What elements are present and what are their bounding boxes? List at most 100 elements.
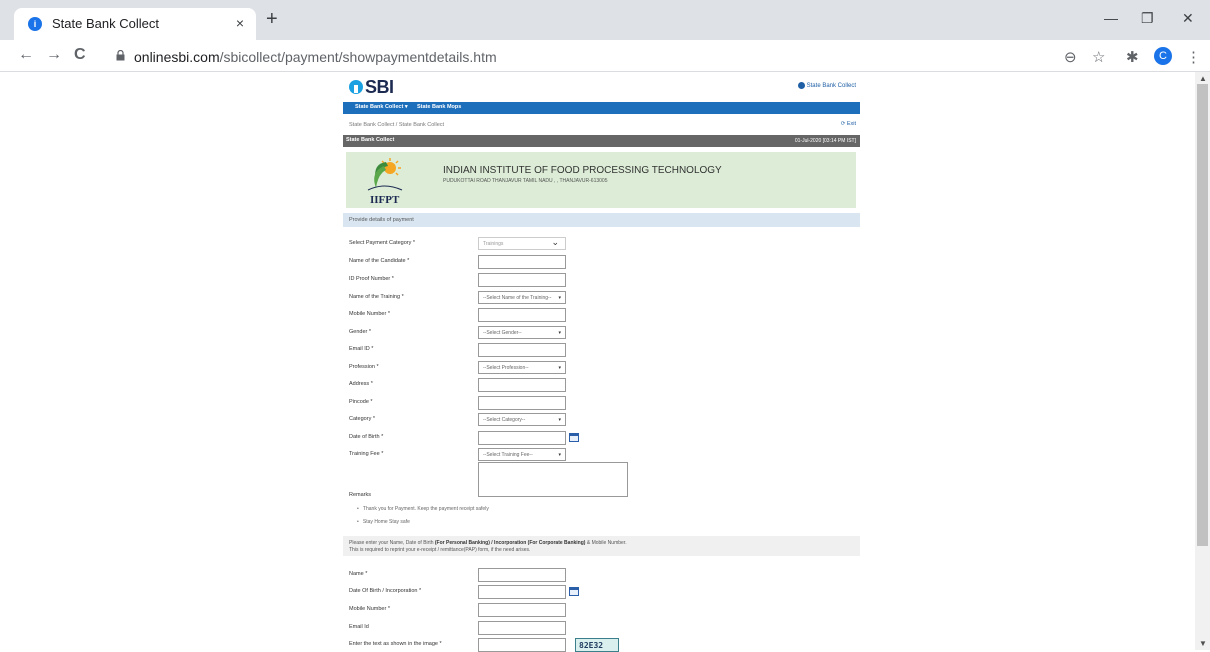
profile-avatar[interactable]: C [1154, 47, 1172, 65]
notice-line-1: Please enter your Name, Date of Birth (F… [349, 540, 627, 546]
category-value: --Select Category-- [483, 417, 526, 423]
captcha-label: Enter the text as shown in the image * [349, 641, 442, 647]
address-input[interactable] [478, 378, 566, 392]
url-text: onlinesbi.com/sbicollect/payment/showpay… [134, 49, 497, 65]
training-name-label: Name of the Training * [349, 294, 404, 300]
dropdown-arrow-icon: ▾ [558, 330, 561, 336]
browser-toolbar: ← → C onlinesbi.com/sbicollect/payment/s… [0, 40, 1210, 72]
minimize-icon[interactable]: — [1104, 10, 1118, 26]
bullet-text: Stay Home Stay safe [362, 519, 410, 525]
email-input[interactable] [478, 343, 566, 357]
reprint-email-label: Email Id [349, 624, 369, 630]
new-tab-button[interactable]: + [266, 9, 278, 29]
scroll-thumb[interactable] [1197, 84, 1208, 546]
zoom-icon[interactable]: ⊖ [1064, 48, 1077, 66]
extensions-icon[interactable]: ✱ [1126, 48, 1139, 66]
pincode-label: Pincode * [349, 399, 373, 405]
remarks-textarea[interactable] [478, 462, 628, 497]
scroll-up-icon[interactable]: ▲ [1199, 74, 1207, 83]
section-datetime: 01-Jul-2020 [03:14 PM IST] [794, 138, 856, 144]
profession-select[interactable]: --Select Profession-- ▾ [478, 361, 566, 374]
reprint-name-row: Name * [349, 568, 860, 582]
pincode-input[interactable] [478, 396, 566, 410]
menu-icon[interactable]: ⋮ [1186, 48, 1201, 66]
email-row: Email ID * [349, 343, 860, 357]
calendar-icon[interactable] [569, 587, 579, 596]
lock-icon [116, 50, 125, 61]
sbi-logo-icon [349, 80, 363, 94]
candidate-name-input[interactable] [478, 255, 566, 269]
category-select[interactable]: --Select Category-- ▾ [478, 413, 566, 426]
dropdown-arrow-icon: ▾ [558, 417, 561, 423]
payment-category-row: Select Payment Category * Trainings ⌄ [349, 237, 860, 251]
mobile-row: Mobile Number * [349, 308, 860, 322]
pincode-row: Pincode * [349, 396, 860, 410]
id-proof-row: ID Proof Number * [349, 273, 860, 287]
restore-icon[interactable]: ❐ [1141, 10, 1154, 27]
payment-category-select[interactable]: Trainings ⌄ [478, 237, 566, 250]
payment-category-value: Trainings [483, 241, 504, 247]
payment-category-label: Select Payment Category * [349, 240, 416, 246]
forward-icon[interactable]: → [46, 46, 62, 64]
category-label: Category * [349, 416, 375, 422]
institution-name: INDIAN INSTITUTE OF FOOD PROCESSING TECH… [443, 165, 722, 176]
tab-close-icon[interactable]: × [236, 15, 244, 31]
training-fee-label: Training Fee * [349, 451, 384, 457]
notice-text: & Mobile Number. [585, 540, 627, 546]
notice-bold: (For Personal Banking) / Incorporation (… [434, 540, 586, 546]
reload-icon[interactable]: C [74, 46, 86, 64]
training-fee-value: --Select Training Fee-- [483, 452, 533, 458]
section-title-bar: State Bank Collect 01-Jul-2020 [03:14 PM… [343, 135, 860, 147]
reprint-dob-label: Date Of Birth / Incorporation * [349, 588, 422, 594]
calendar-icon[interactable] [569, 433, 579, 442]
back-icon[interactable]: ← [18, 46, 34, 64]
browser-tab[interactable]: i State Bank Collect × [14, 8, 256, 40]
nav-item-state-bank-mops[interactable]: State Bank Mops [417, 104, 461, 110]
id-proof-input[interactable] [478, 273, 566, 287]
vertical-scrollbar[interactable]: ▲ ▼ [1195, 72, 1210, 650]
state-bank-collect-link-label: State Bank Collect [806, 82, 856, 89]
dob-input[interactable] [478, 431, 566, 445]
reprint-email-row: Email Id [349, 621, 860, 635]
training-fee-select[interactable]: --Select Training Fee-- ▾ [478, 448, 566, 461]
dob-row: Date of Birth * [349, 431, 860, 445]
sbc-icon [797, 82, 805, 89]
breadcrumb[interactable]: State Bank Collect / State Bank Collect [349, 122, 444, 128]
training-name-value: --Select Name of the Training-- [483, 295, 552, 301]
sbi-logo-text: SBI [365, 76, 394, 97]
id-proof-label: ID Proof Number * [349, 276, 394, 282]
reprint-mobile-row: Mobile Number * [349, 603, 860, 617]
gender-select[interactable]: --Select Gender-- ▾ [478, 326, 566, 339]
page-content: SBI State Bank Collect State Bank Collec… [343, 72, 860, 652]
tab-title: State Bank Collect [52, 16, 159, 31]
reprint-dob-input[interactable] [478, 585, 566, 599]
nav-item-state-bank-collect[interactable]: State Bank Collect ▾ [355, 104, 408, 110]
scroll-down-icon[interactable]: ▼ [1199, 639, 1207, 648]
state-bank-collect-link[interactable]: State Bank Collect [797, 82, 856, 89]
url-host: onlinesbi.com [134, 49, 220, 65]
mobile-label: Mobile Number * [349, 311, 390, 317]
tab-strip: i State Bank Collect × + — ❐ ✕ [0, 0, 1210, 40]
iifpt-logo-text: IIFPT [370, 194, 400, 206]
sbi-logo[interactable]: SBI [349, 76, 394, 97]
dropdown-arrow-icon: ▾ [558, 295, 561, 301]
training-name-select[interactable]: --Select Name of the Training-- ▾ [478, 291, 566, 304]
bullet-text: Thank you for Payment. Keep the payment … [362, 506, 489, 512]
institution-banner: IIFPT INDIAN INSTITUTE OF FOOD PROCESSIN… [346, 152, 856, 208]
provide-details-label: Provide details of payment [349, 217, 414, 223]
chevron-down-icon: ⌄ [551, 237, 559, 247]
reprint-name-label: Name * [349, 571, 368, 577]
close-window-icon[interactable]: ✕ [1182, 10, 1194, 27]
reprint-dob-row: Date Of Birth / Incorporation * [349, 585, 860, 599]
reprint-mobile-label: Mobile Number * [349, 606, 390, 612]
institution-address: PUDUKOTTAI ROAD THANJAVUR TAMIL NADU , ,… [443, 178, 608, 184]
notice-line-2: This is required to reprint your e-recei… [349, 547, 531, 553]
reprint-name-input[interactable] [478, 568, 566, 582]
exit-button[interactable]: ⟳ Exit [841, 121, 856, 127]
dropdown-arrow-icon: ▾ [558, 365, 561, 371]
reprint-mobile-input[interactable] [478, 603, 566, 617]
address-bar[interactable]: onlinesbi.com/sbicollect/payment/showpay… [104, 44, 1104, 70]
reprint-email-input[interactable] [478, 621, 566, 635]
mobile-input[interactable] [478, 308, 566, 322]
bookmark-star-icon[interactable]: ☆ [1092, 48, 1105, 66]
